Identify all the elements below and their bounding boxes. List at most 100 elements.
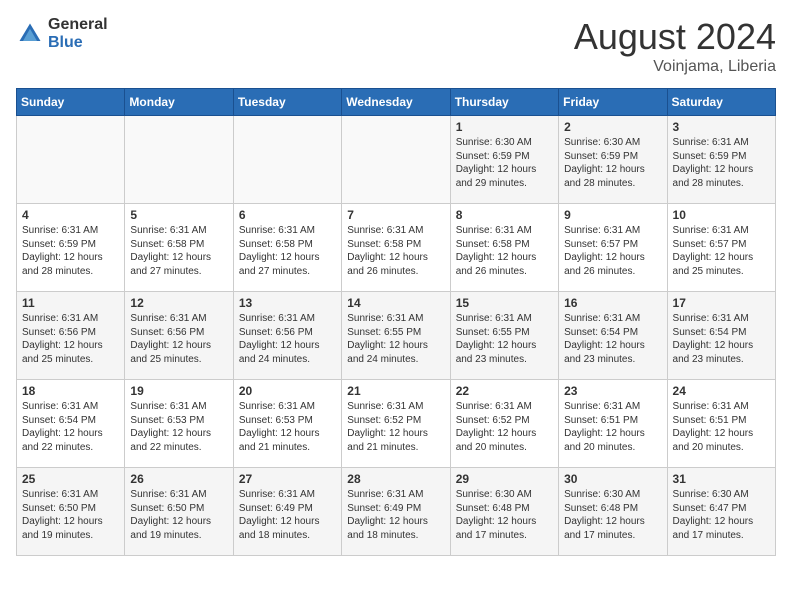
calendar-header-row: SundayMondayTuesdayWednesdayThursdayFrid… [17,89,776,116]
calendar-cell: 25 Sunrise: 6:31 AM Sunset: 6:50 PM Dayli… [17,468,125,556]
day-number: 17 [673,296,770,310]
day-number: 31 [673,472,770,486]
logo: General Blue [16,16,108,51]
calendar-cell: 4 Sunrise: 6:31 AM Sunset: 6:59 PM Daylig… [17,204,125,292]
day-number: 23 [564,384,661,398]
day-number: 28 [347,472,444,486]
calendar-week-5: 25 Sunrise: 6:31 AM Sunset: 6:50 PM Dayli… [17,468,776,556]
calendar-subtitle: Voinjama, Liberia [574,58,776,76]
day-number: 13 [239,296,336,310]
day-number: 2 [564,120,661,134]
col-header-thursday: Thursday [450,89,558,116]
logo-blue-text: Blue [48,34,83,51]
calendar-cell: 20 Sunrise: 6:31 AM Sunset: 6:53 PM Dayli… [233,380,341,468]
calendar-cell: 7 Sunrise: 6:31 AM Sunset: 6:58 PM Daylig… [342,204,450,292]
day-info: Sunrise: 6:31 AM Sunset: 6:49 PM Dayligh… [347,488,444,542]
calendar-cell [342,116,450,204]
calendar-cell: 2 Sunrise: 6:30 AM Sunset: 6:59 PM Daylig… [559,116,667,204]
day-number: 15 [456,296,553,310]
day-info: Sunrise: 6:31 AM Sunset: 6:50 PM Dayligh… [22,488,119,542]
col-header-wednesday: Wednesday [342,89,450,116]
calendar-cell: 16 Sunrise: 6:31 AM Sunset: 6:54 PM Dayli… [559,292,667,380]
day-number: 7 [347,208,444,222]
day-info: Sunrise: 6:31 AM Sunset: 6:52 PM Dayligh… [347,400,444,454]
day-number: 20 [239,384,336,398]
calendar-cell: 24Sunrise: 6:31 AM Sunset: 6:51 PM Dayli… [667,380,775,468]
day-info: Sunrise: 6:30 AM Sunset: 6:59 PM Dayligh… [564,136,661,190]
day-info: Sunrise: 6:30 AM Sunset: 6:48 PM Dayligh… [456,488,553,542]
day-number: 8 [456,208,553,222]
calendar-cell: 17 Sunrise: 6:31 AM Sunset: 6:54 PM Dayli… [667,292,775,380]
day-info: Sunrise: 6:31 AM Sunset: 6:59 PM Dayligh… [22,224,119,278]
day-info: Sunrise: 6:31 AM Sunset: 6:56 PM Dayligh… [22,312,119,366]
day-info: Sunrise: 6:31 AM Sunset: 6:54 PM Dayligh… [564,312,661,366]
day-info: Sunrise: 6:31 AM Sunset: 6:56 PM Dayligh… [239,312,336,366]
day-info: Sunrise: 6:31 AM Sunset: 6:54 PM Dayligh… [673,312,770,366]
day-info: Sunrise: 6:31 AM Sunset: 6:56 PM Dayligh… [130,312,227,366]
calendar-cell: 14 Sunrise: 6:31 AM Sunset: 6:55 PM Dayli… [342,292,450,380]
calendar-week-4: 18Sunrise: 6:31 AM Sunset: 6:54 PM Dayli… [17,380,776,468]
calendar-cell: 11 Sunrise: 6:31 AM Sunset: 6:56 PM Dayli… [17,292,125,380]
calendar-cell: 15 Sunrise: 6:31 AM Sunset: 6:55 PM Dayli… [450,292,558,380]
day-info: Sunrise: 6:31 AM Sunset: 6:55 PM Dayligh… [456,312,553,366]
calendar-cell: 18Sunrise: 6:31 AM Sunset: 6:54 PM Dayli… [17,380,125,468]
calendar-cell: 29Sunrise: 6:30 AM Sunset: 6:48 PM Dayli… [450,468,558,556]
calendar-cell: 27 Sunrise: 6:31 AM Sunset: 6:49 PM Dayli… [233,468,341,556]
calendar-cell: 28 Sunrise: 6:31 AM Sunset: 6:49 PM Dayli… [342,468,450,556]
day-number: 14 [347,296,444,310]
day-number: 4 [22,208,119,222]
day-number: 5 [130,208,227,222]
day-info: Sunrise: 6:31 AM Sunset: 6:58 PM Dayligh… [456,224,553,278]
calendar-cell: 9 Sunrise: 6:31 AM Sunset: 6:57 PM Daylig… [559,204,667,292]
calendar-cell [233,116,341,204]
day-info: Sunrise: 6:31 AM Sunset: 6:57 PM Dayligh… [564,224,661,278]
day-number: 10 [673,208,770,222]
day-info: Sunrise: 6:31 AM Sunset: 6:55 PM Dayligh… [347,312,444,366]
day-number: 25 [22,472,119,486]
col-header-tuesday: Tuesday [233,89,341,116]
day-number: 11 [22,296,119,310]
day-info: Sunrise: 6:31 AM Sunset: 6:58 PM Dayligh… [239,224,336,278]
day-info: Sunrise: 6:31 AM Sunset: 6:57 PM Dayligh… [673,224,770,278]
title-block: August 2024 Voinjama, Liberia [574,16,776,76]
day-number: 27 [239,472,336,486]
col-header-monday: Monday [125,89,233,116]
calendar-week-1: 1 Sunrise: 6:30 AM Sunset: 6:59 PM Daylig… [17,116,776,204]
day-info: Sunrise: 6:31 AM Sunset: 6:49 PM Dayligh… [239,488,336,542]
day-number: 1 [456,120,553,134]
day-number: 9 [564,208,661,222]
day-number: 19 [130,384,227,398]
day-info: Sunrise: 6:31 AM Sunset: 6:53 PM Dayligh… [239,400,336,454]
calendar-title: August 2024 [574,16,776,58]
calendar-cell: 30 Sunrise: 6:30 AM Sunset: 6:48 PM Dayli… [559,468,667,556]
day-number: 6 [239,208,336,222]
calendar-cell: 31 Sunrise: 6:30 AM Sunset: 6:47 PM Dayli… [667,468,775,556]
day-info: Sunrise: 6:31 AM Sunset: 6:50 PM Dayligh… [130,488,227,542]
calendar-cell: 22Sunrise: 6:31 AM Sunset: 6:52 PM Dayli… [450,380,558,468]
calendar-cell: 5Sunrise: 6:31 AM Sunset: 6:58 PM Daylig… [125,204,233,292]
calendar-cell [125,116,233,204]
calendar-week-3: 11 Sunrise: 6:31 AM Sunset: 6:56 PM Dayli… [17,292,776,380]
day-number: 12 [130,296,227,310]
calendar-cell: 8 Sunrise: 6:31 AM Sunset: 6:58 PM Daylig… [450,204,558,292]
calendar-cell [17,116,125,204]
day-number: 16 [564,296,661,310]
day-number: 24 [673,384,770,398]
day-info: Sunrise: 6:30 AM Sunset: 6:47 PM Dayligh… [673,488,770,542]
calendar-cell: 10 Sunrise: 6:31 AM Sunset: 6:57 PM Dayli… [667,204,775,292]
calendar-cell: 26Sunrise: 6:31 AM Sunset: 6:50 PM Dayli… [125,468,233,556]
day-info: Sunrise: 6:31 AM Sunset: 6:58 PM Dayligh… [347,224,444,278]
day-info: Sunrise: 6:31 AM Sunset: 6:59 PM Dayligh… [673,136,770,190]
day-info: Sunrise: 6:31 AM Sunset: 6:53 PM Dayligh… [130,400,227,454]
day-number: 21 [347,384,444,398]
col-header-saturday: Saturday [667,89,775,116]
day-info: Sunrise: 6:31 AM Sunset: 6:54 PM Dayligh… [22,400,119,454]
calendar-week-2: 4 Sunrise: 6:31 AM Sunset: 6:59 PM Daylig… [17,204,776,292]
day-info: Sunrise: 6:30 AM Sunset: 6:48 PM Dayligh… [564,488,661,542]
day-number: 22 [456,384,553,398]
calendar-cell: 12 Sunrise: 6:31 AM Sunset: 6:56 PM Dayli… [125,292,233,380]
calendar-cell: 23Sunrise: 6:31 AM Sunset: 6:51 PM Dayli… [559,380,667,468]
calendar-table: SundayMondayTuesdayWednesdayThursdayFrid… [16,88,776,556]
day-number: 30 [564,472,661,486]
calendar-cell: 6 Sunrise: 6:31 AM Sunset: 6:58 PM Daylig… [233,204,341,292]
